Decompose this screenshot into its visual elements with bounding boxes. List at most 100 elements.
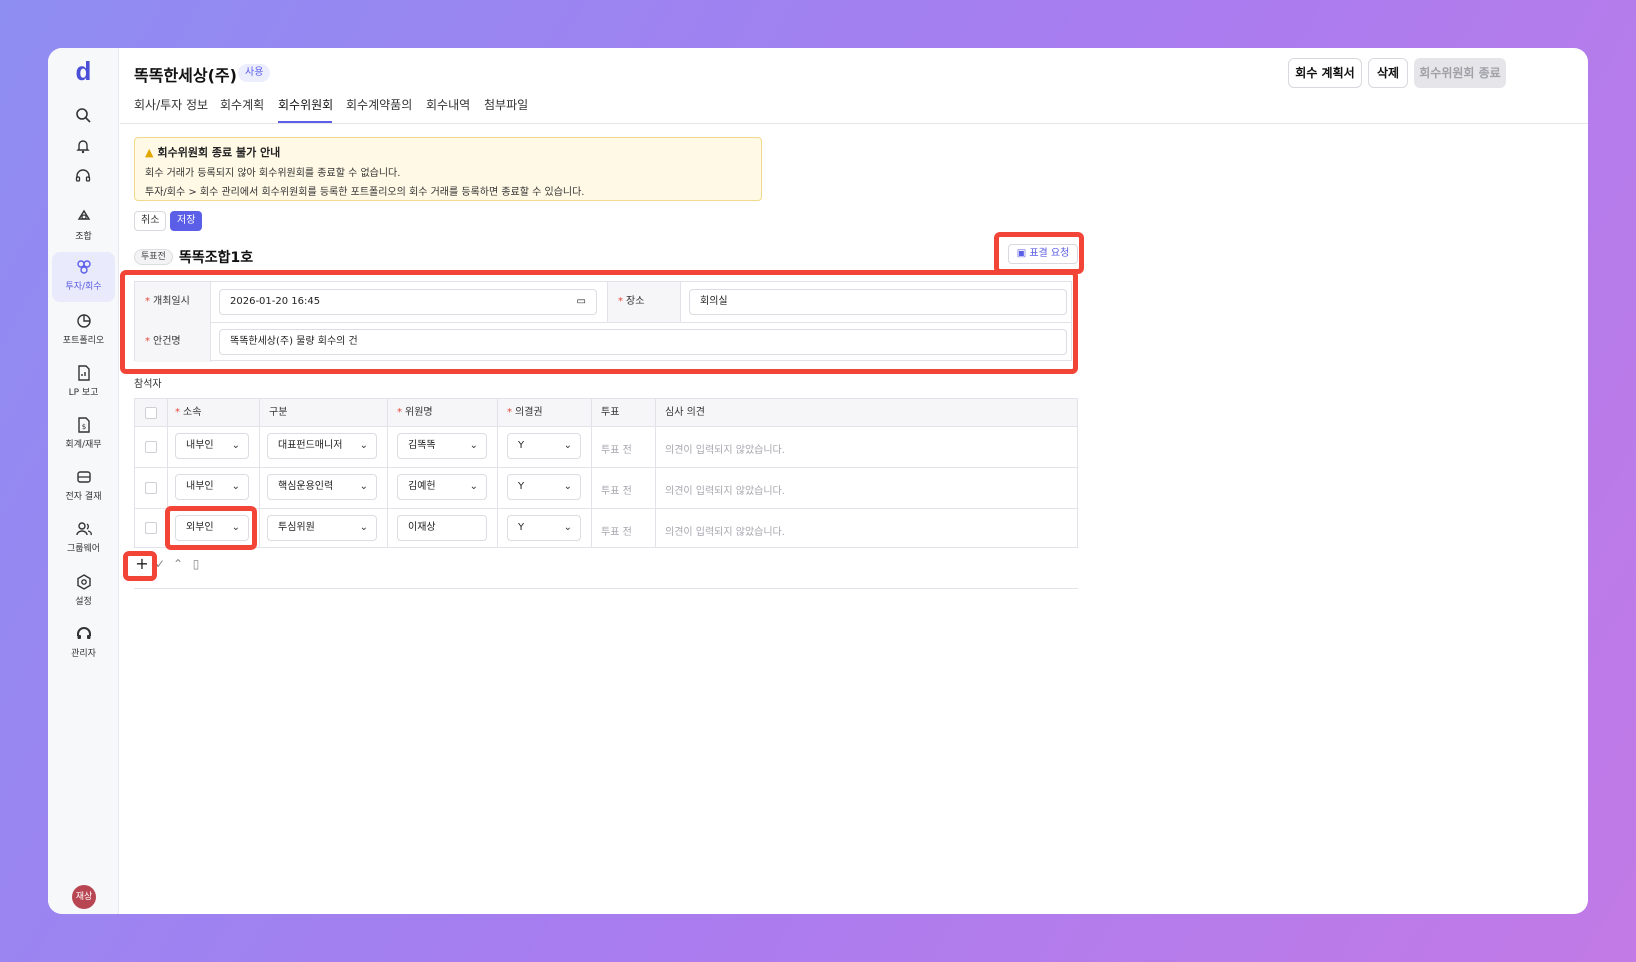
row-checkbox[interactable] bbox=[145, 441, 157, 453]
select-all-checkbox[interactable] bbox=[145, 407, 157, 419]
affiliation-select[interactable]: 내부인 ⌄ bbox=[175, 474, 249, 500]
gear-icon bbox=[75, 573, 93, 591]
vote-status: 투표 전 bbox=[601, 486, 632, 497]
sidebar-item-groupware[interactable]: 그룹웨어 bbox=[48, 514, 119, 564]
participants-table: * 소속 구분 * 위원명 * 의결권 투표 심사 의견 내부인 ⌄ 대표펀드매니저 ⌄ … bbox=[134, 398, 1078, 548]
type-select[interactable]: 대표펀드매니저 ⌄ bbox=[267, 433, 377, 459]
users-icon bbox=[75, 520, 93, 538]
save-button[interactable]: 저장 bbox=[170, 211, 203, 231]
voting-select[interactable]: Y ⌄ bbox=[507, 474, 581, 500]
place-input[interactable]: 회의실 bbox=[689, 289, 1067, 315]
sidebar-item-label: 설정 bbox=[75, 597, 92, 607]
investment-icon bbox=[75, 258, 93, 276]
member-select[interactable]: 김예헌 ⌄ bbox=[397, 474, 487, 500]
sidebar-item-label: 전자 결재 bbox=[65, 492, 102, 502]
sidebar-item-admin[interactable]: 관리자 bbox=[48, 619, 119, 669]
vote-request-label: 표결 요청 bbox=[1029, 248, 1070, 259]
warning-notice: ▲ 회수위원회 종료 불가 안내 회수 거래가 등록되지 않아 회수위원회를 종료… bbox=[134, 137, 762, 201]
search-icon[interactable] bbox=[74, 106, 92, 124]
sidebar-item-settings[interactable]: 설정 bbox=[48, 567, 119, 617]
tab-recovery-plan[interactable]: 회수계획 bbox=[220, 96, 264, 113]
chevron-down-icon: ⌄ bbox=[563, 522, 572, 533]
place-label: 장소 bbox=[626, 296, 645, 307]
tab-contract-approval[interactable]: 회수계약품의 bbox=[346, 96, 412, 113]
voting-select[interactable]: Y ⌄ bbox=[507, 433, 581, 459]
notice-line-2: 투자/회수 > 회수 관리에서 회수위원회를 등록한 포트폴리오의 회수 거래를… bbox=[145, 187, 585, 198]
sidebar-item-portfolio[interactable]: 포트폴리오 bbox=[48, 306, 119, 356]
agenda-input[interactable]: 똑똑한세상(주) 물량 회수의 건 bbox=[219, 329, 1067, 355]
sidebar-item-label: 포트폴리오 bbox=[62, 336, 105, 346]
sidebar-item-label: 그룹웨어 bbox=[66, 544, 101, 554]
opinion-text: 의견이 입력되지 않았습니다. bbox=[665, 527, 785, 538]
vote-status: 투표 전 bbox=[601, 445, 632, 456]
sidebar-item-label: 조합 bbox=[75, 232, 92, 242]
tab-attachments[interactable]: 첨부파일 bbox=[484, 96, 528, 113]
row-checkbox[interactable] bbox=[145, 522, 157, 534]
tab-recovery-history[interactable]: 회수내역 bbox=[426, 96, 470, 113]
end-committee-button[interactable]: 회수위원회 종료 bbox=[1414, 58, 1506, 88]
chevron-down-icon: ⌄ bbox=[231, 481, 240, 492]
fund-name: 똑똑조합1호 bbox=[179, 250, 254, 266]
calendar-icon[interactable]: ▭ bbox=[577, 290, 586, 314]
sidebar-item-fund[interactable]: 조합 bbox=[48, 202, 119, 252]
admin-icon bbox=[75, 625, 93, 643]
participants-label: 참석자 bbox=[134, 379, 162, 390]
chevron-down-icon: ⌄ bbox=[231, 440, 240, 451]
cancel-button[interactable]: 취소 bbox=[134, 211, 167, 231]
chevron-down-icon: ⌄ bbox=[469, 440, 478, 451]
member-input[interactable]: 이재상 bbox=[397, 515, 487, 541]
chevron-down-icon: ⌄ bbox=[563, 481, 572, 492]
chevron-down-icon: ⌄ bbox=[469, 481, 478, 492]
app-window: d 조합 투자/회수 포트폴리오 LP 보고 $ 회계/재무 전자 결재 그룹웨… bbox=[48, 48, 1588, 914]
vote-status-tag: 투표전 bbox=[134, 249, 173, 265]
mail-icon bbox=[75, 468, 93, 486]
chevron-up-icon[interactable]: ⌃ bbox=[170, 556, 186, 572]
vote-status: 투표 전 bbox=[601, 527, 632, 538]
headset-icon[interactable] bbox=[74, 167, 92, 185]
sidebar: d 조합 투자/회수 포트폴리오 LP 보고 $ 회계/재무 전자 결재 그룹웨… bbox=[48, 48, 119, 914]
tab-company-info[interactable]: 회사/투자 정보 bbox=[134, 96, 208, 113]
check-icon[interactable]: ✓ bbox=[152, 556, 168, 572]
sidebar-item-label: 회계/재무 bbox=[65, 440, 102, 450]
voting-select[interactable]: Y ⌄ bbox=[507, 515, 581, 541]
member-select[interactable]: 김똑똑 ⌄ bbox=[397, 433, 487, 459]
plan-button[interactable]: 회수 계획서 bbox=[1288, 58, 1362, 88]
table-header: * 소속 구분 * 위원명 * 의결권 투표 심사 의견 bbox=[135, 399, 1077, 427]
delete-button[interactable]: 삭제 bbox=[1368, 58, 1408, 88]
finance-icon: $ bbox=[75, 416, 93, 434]
sidebar-item-accounting[interactable]: $ 회계/재무 bbox=[48, 410, 119, 460]
sidebar-item-label: LP 보고 bbox=[68, 388, 99, 398]
avatar[interactable]: 재상 bbox=[72, 885, 96, 909]
status-badge: 사용 bbox=[238, 64, 271, 82]
warning-icon: ▲ bbox=[145, 146, 154, 159]
report-icon bbox=[75, 364, 93, 382]
chevron-down-icon: ⌄ bbox=[563, 440, 572, 451]
pie-chart-icon bbox=[75, 312, 93, 330]
meeting-form: * 개최일시 2026-01-20 16:45 ▭ * 장소 회의실 * 안건명 똑똑… bbox=[134, 281, 1072, 362]
page-title: 똑똑한세상(주) bbox=[134, 66, 237, 85]
notice-line-1: 회수 거래가 등록되지 않아 회수위원회를 종료할 수 없습니다. bbox=[145, 168, 401, 179]
affiliation-select[interactable]: 내부인 ⌄ bbox=[175, 433, 249, 459]
svg-text:$: $ bbox=[81, 423, 85, 431]
tab-recovery-committee[interactable]: 회수위원회 bbox=[278, 96, 333, 113]
date-input[interactable]: 2026-01-20 16:45 ▭ bbox=[219, 289, 597, 315]
type-select[interactable]: 투심위원 ⌄ bbox=[267, 515, 377, 541]
notice-title: 회수위원회 종료 불가 안내 bbox=[157, 146, 281, 159]
affiliation-select[interactable]: 외부인 ⌄ bbox=[175, 515, 249, 541]
vote-request-button[interactable]: ▣ 표결 요청 bbox=[1008, 244, 1078, 264]
chevron-down-icon: ⌄ bbox=[231, 522, 240, 533]
sidebar-item-lp-report[interactable]: LP 보고 bbox=[48, 358, 119, 408]
row-checkbox[interactable] bbox=[145, 482, 157, 494]
sidebar-item-approval[interactable]: 전자 결재 bbox=[48, 462, 119, 512]
sidebar-item-label: 관리자 bbox=[71, 649, 96, 659]
add-row-icon[interactable]: + bbox=[134, 556, 150, 572]
trash-icon[interactable]: ▯ bbox=[188, 556, 204, 572]
table-bottom-divider bbox=[134, 588, 1078, 589]
sidebar-item-label: 투자/회수 bbox=[65, 282, 102, 292]
header-divider bbox=[120, 123, 1588, 124]
type-select[interactable]: 핵심운용인력 ⌄ bbox=[267, 474, 377, 500]
opinion-text: 의견이 입력되지 않았습니다. bbox=[665, 486, 785, 497]
sidebar-item-investment[interactable]: 투자/회수 bbox=[52, 252, 115, 302]
app-logo[interactable]: d bbox=[48, 56, 119, 87]
bell-icon[interactable] bbox=[74, 137, 92, 155]
